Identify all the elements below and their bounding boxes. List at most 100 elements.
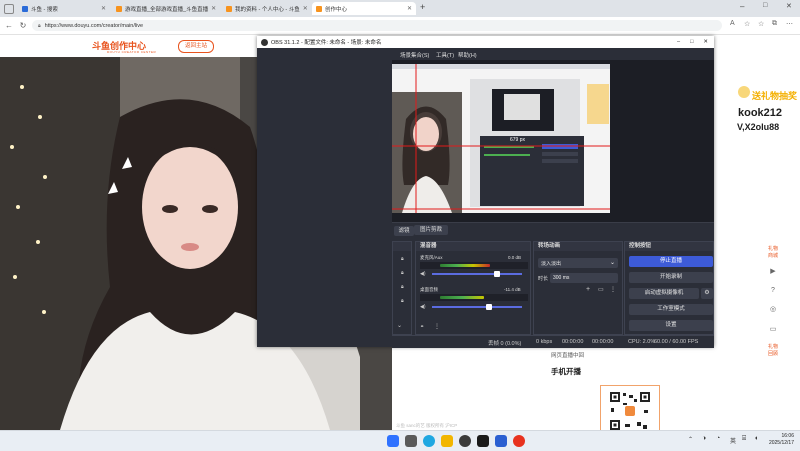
transition-select[interactable]: 淡入淡出 ⌄ (538, 258, 618, 268)
virtual-camera-gear-icon[interactable]: ⚙ (701, 288, 713, 299)
obs-title-text: OBS 31.1.2 - 配置文件: 未命名 - 场景: 未命名 (271, 40, 382, 46)
obs-close-icon[interactable]: ✕ (703, 39, 708, 45)
tray-app-icon[interactable]: ◑ (702, 435, 706, 442)
task-view-icon[interactable] (405, 435, 417, 447)
tab-label: 斗鱼 - 搜索 (31, 6, 58, 13)
obs-menu-bar: 场景集合(S) 工具(T) 帮助(H) (392, 48, 714, 60)
close-window-icon[interactable]: ✕ (786, 2, 792, 10)
lock-icon[interactable]: 🔒︎ (401, 284, 404, 290)
favorites-icon[interactable]: ☆ (758, 20, 764, 28)
app-taskbar-icon[interactable] (495, 435, 507, 447)
settings-button[interactable]: 设置 (629, 320, 713, 331)
promo-avatar-icon (738, 86, 750, 98)
obs-preview-canvas[interactable] (392, 64, 610, 213)
start-menu-icon[interactable] (387, 435, 399, 447)
sidebar-gift-shop[interactable]: 礼物 商城 (766, 245, 780, 259)
app-taskbar-icon[interactable] (513, 435, 525, 447)
lock-icon[interactable]: 🔒︎ (401, 270, 404, 276)
add-icon[interactable]: + (586, 286, 590, 293)
collections-icon[interactable]: ⧉ (772, 20, 777, 28)
preview-measure-label: 679 px (508, 137, 528, 143)
sources-dock: 🔒︎ 🔒︎ 🔒︎ 🔒︎ ⌄ (392, 241, 412, 335)
windows-taskbar: ⌃ ◑ ◔ 英 ⌸ ◖ 16:06 2025/12/17 (0, 430, 800, 451)
start-recording-button[interactable]: 开始录制 (629, 272, 713, 283)
taskbar-clock[interactable]: 16:06 2025/12/17 (769, 433, 794, 447)
stop-streaming-button[interactable]: 停止直播 (629, 256, 713, 267)
refresh-icon[interactable]: ↻ (17, 20, 29, 31)
back-arrow-icon[interactable]: ← (3, 20, 15, 31)
minimize-icon[interactable]: – (740, 2, 744, 11)
mixer-meter-level (440, 296, 484, 299)
close-tab-icon[interactable]: ✕ (211, 5, 216, 12)
sources-dock-header (393, 242, 411, 251)
sidebar-play-icon[interactable]: ▶ (766, 267, 780, 275)
tab-game-live[interactable]: 游戏直播_全部游戏直播_斗鱼直播 ✕ (112, 2, 220, 15)
speaker-icon[interactable]: ◀) (420, 304, 426, 310)
filters-button[interactable]: 滤镜 (394, 226, 414, 236)
tab-creator-center[interactable]: 创作中心 ✕ (312, 2, 416, 15)
mixer-header: 混音器 (416, 242, 530, 251)
duration-input[interactable]: 300 ms (550, 273, 618, 283)
mobile-live-title: 手机开播 (551, 367, 581, 376)
close-tab-icon[interactable]: ✕ (407, 5, 412, 12)
tray-network-icon[interactable]: ⌸ (742, 435, 746, 443)
mixer-meter (420, 262, 528, 269)
mixer-track-db: 0.0 dB (508, 255, 522, 260)
fps-readout: 60.00 / 60.00 FPS (654, 339, 699, 345)
sidebar-headset-icon[interactable]: ◎ (766, 305, 780, 313)
start-virtual-camera-button[interactable]: 启动虚拟摄像机 (629, 288, 699, 299)
file-explorer-icon[interactable] (441, 435, 453, 447)
favorite-star-icon[interactable]: ☆ (744, 20, 750, 28)
duration-value: 300 ms (553, 275, 570, 281)
sidebar-gift-review[interactable]: 礼物 回顾 (766, 343, 780, 357)
tab-my-profile[interactable]: 我的资料 - 个人中心 - 斗鱼 ✕ (222, 2, 310, 15)
edge-browser-icon[interactable] (423, 435, 435, 447)
menu-tools[interactable]: 工具(T) (436, 51, 454, 59)
close-tab-icon[interactable]: ✕ (101, 5, 106, 12)
more-options-icon[interactable]: ⋮ (610, 286, 616, 293)
tab-search[interactable]: 斗鱼 - 搜索 ✕ (18, 2, 110, 15)
image-crop-button[interactable]: 图片剪裁 (414, 225, 448, 235)
remove-icon[interactable]: ▭ (598, 286, 604, 293)
obs-maximize-icon[interactable]: □ (690, 39, 693, 45)
web-live-line: 网页直播中回 (551, 353, 585, 359)
close-tab-icon[interactable]: ✕ (303, 5, 308, 12)
new-tab-button[interactable]: + (420, 2, 425, 12)
lock-icon[interactable]: 🔒︎ (401, 298, 404, 304)
studio-mode-button[interactable]: 工作室模式 (629, 304, 713, 315)
recording-time: 00:00:00 (592, 339, 614, 345)
menu-scene-collection[interactable]: 场景集合(S) (400, 51, 429, 59)
read-aloud-icon[interactable]: A (730, 20, 735, 27)
qr-code-frame (600, 385, 660, 431)
tray-chevron-icon[interactable]: ⌃ (688, 436, 693, 443)
tab-label: 游戏直播_全部游戏直播_斗鱼直播 (125, 6, 209, 13)
volume-slider[interactable] (432, 306, 522, 308)
link-icon[interactable]: ⚭ (420, 324, 424, 330)
maximize-icon[interactable]: □ (763, 2, 767, 9)
tray-volume-icon[interactable]: ◖ (754, 435, 758, 442)
menu-help[interactable]: 帮助(H) (458, 51, 477, 59)
more-options-icon[interactable]: ⋮ (434, 323, 440, 330)
url-input[interactable]: 🔒︎ https://www.douyu.com/creator/main/li… (32, 20, 722, 31)
input-language[interactable]: 英 (730, 436, 736, 445)
speaker-icon[interactable]: ◀) (420, 271, 426, 277)
mixer-track-name: 桌面音频 (420, 287, 438, 292)
douyu-favicon-icon (116, 5, 122, 12)
search-favicon-icon (22, 5, 28, 12)
obs-taskbar-icon[interactable] (459, 435, 471, 447)
back-to-main-button[interactable]: 返回主站 (178, 40, 214, 53)
volume-slider[interactable] (432, 273, 522, 275)
sidebar-help-icon[interactable]: ? (766, 287, 780, 294)
menu-dots-icon[interactable]: ⋯ (786, 20, 793, 28)
app-taskbar-icon[interactable] (477, 435, 489, 447)
tray-wifi-icon[interactable]: ◔ (716, 435, 720, 442)
chevron-down-icon[interactable]: ⌄ (397, 322, 402, 329)
volume-slider-handle[interactable] (494, 271, 500, 277)
lock-icon[interactable]: 🔒︎ (401, 256, 404, 262)
volume-slider-handle[interactable] (486, 304, 492, 310)
sidebar-monitor-icon[interactable]: ▭ (766, 325, 780, 333)
tab-actions-icon[interactable] (4, 4, 14, 14)
obs-minimize-icon[interactable]: – (677, 39, 680, 45)
transitions-header: 转场动画 (534, 242, 622, 251)
obs-logo-icon (261, 38, 268, 46)
